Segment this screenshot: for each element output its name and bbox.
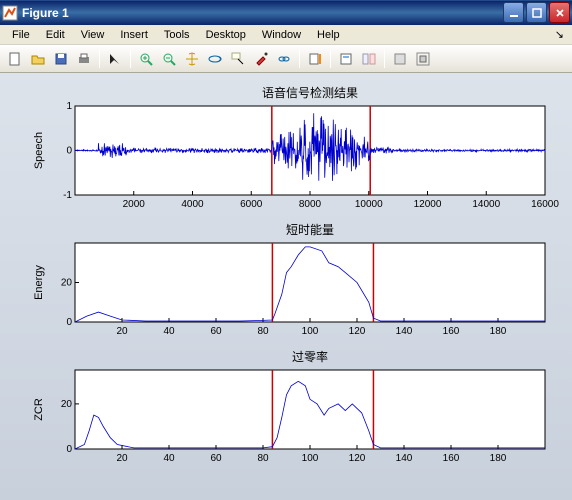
toolbar-separator [330, 50, 331, 68]
edit-plot-icon[interactable] [104, 48, 126, 70]
toolbar-separator [299, 50, 300, 68]
svg-text:120: 120 [349, 453, 366, 464]
svg-text:100: 100 [302, 453, 319, 464]
svg-text:100: 100 [302, 326, 319, 337]
menu-view[interactable]: View [73, 27, 113, 43]
zoom-in-icon[interactable] [135, 48, 157, 70]
toolbar-separator [99, 50, 100, 68]
titlebar: Figure 1 [0, 0, 572, 25]
toolbar-separator [384, 50, 385, 68]
print-icon[interactable] [73, 48, 95, 70]
maximize-button[interactable] [526, 2, 547, 23]
pan-icon[interactable] [181, 48, 203, 70]
menu-insert[interactable]: Insert [112, 27, 156, 43]
svg-text:10000: 10000 [355, 199, 383, 210]
menubar: File Edit View Insert Tools Desktop Wind… [0, 25, 572, 45]
svg-text:60: 60 [210, 326, 222, 337]
svg-text:160: 160 [443, 326, 460, 337]
subplot1-title: 语音信号检测结果 [262, 85, 358, 100]
menu-help[interactable]: Help [309, 27, 348, 43]
svg-text:40: 40 [163, 326, 175, 337]
menu-file[interactable]: File [4, 27, 38, 43]
menu-window[interactable]: Window [254, 27, 309, 43]
brush-icon[interactable] [250, 48, 272, 70]
close-button[interactable] [549, 2, 570, 23]
subplot2-title: 短时能量 [286, 223, 334, 237]
figure-canvas[interactable]: 语音信号检测结果 -1 0 1 200040006000800010000120… [0, 73, 572, 500]
svg-text:6000: 6000 [240, 199, 263, 210]
svg-text:20: 20 [116, 453, 128, 464]
svg-text:14000: 14000 [472, 199, 500, 210]
subplot2-ylabel: Energy [33, 265, 45, 300]
menu-desktop[interactable]: Desktop [198, 27, 254, 43]
svg-text:80: 80 [257, 453, 269, 464]
new-figure-icon[interactable] [4, 48, 26, 70]
svg-text:4000: 4000 [181, 199, 204, 210]
svg-text:60: 60 [210, 453, 222, 464]
menu-tools[interactable]: Tools [156, 27, 198, 43]
svg-text:0: 0 [66, 444, 72, 455]
insert-legend-icon[interactable] [335, 48, 357, 70]
dock-figure-icon[interactable] [412, 48, 434, 70]
open-icon[interactable] [27, 48, 49, 70]
svg-text:2000: 2000 [123, 199, 146, 210]
show-plot-tools-icon[interactable] [389, 48, 411, 70]
toolbar [0, 45, 572, 73]
toolbar-separator [130, 50, 131, 68]
axes-svg: 语音信号检测结果 -1 0 1 200040006000800010000120… [0, 73, 572, 500]
svg-text:80: 80 [257, 326, 269, 337]
svg-text:140: 140 [396, 326, 413, 337]
zoom-out-icon[interactable] [158, 48, 180, 70]
menu-edit[interactable]: Edit [38, 27, 73, 43]
dock-toggle-icon[interactable]: ↘ [551, 28, 568, 41]
subplot3-ylabel: ZCR [33, 398, 45, 421]
svg-text:1: 1 [66, 101, 72, 112]
svg-text:180: 180 [490, 326, 507, 337]
link-data-icon[interactable] [273, 48, 295, 70]
data-cursor-icon[interactable] [227, 48, 249, 70]
svg-text:140: 140 [396, 453, 413, 464]
hide-plot-tools-icon[interactable] [358, 48, 380, 70]
svg-text:12000: 12000 [414, 199, 442, 210]
svg-text:0: 0 [66, 317, 72, 328]
subplot1-ylabel: Speech [33, 132, 45, 169]
svg-text:40: 40 [163, 453, 175, 464]
insert-colorbar-icon[interactable] [304, 48, 326, 70]
svg-text:20: 20 [116, 326, 128, 337]
window-title: Figure 1 [22, 6, 501, 20]
svg-text:160: 160 [443, 453, 460, 464]
svg-text:-1: -1 [63, 190, 72, 201]
svg-text:0: 0 [66, 146, 72, 157]
rotate3d-icon[interactable] [204, 48, 226, 70]
minimize-button[interactable] [503, 2, 524, 23]
svg-text:20: 20 [61, 278, 73, 289]
save-icon[interactable] [50, 48, 72, 70]
subplot3-title: 过零率 [292, 349, 328, 364]
svg-text:180: 180 [490, 453, 507, 464]
svg-text:16000: 16000 [531, 199, 559, 210]
svg-text:20: 20 [61, 399, 73, 410]
svg-text:8000: 8000 [299, 199, 322, 210]
svg-text:120: 120 [349, 326, 366, 337]
matlab-icon [2, 5, 18, 21]
